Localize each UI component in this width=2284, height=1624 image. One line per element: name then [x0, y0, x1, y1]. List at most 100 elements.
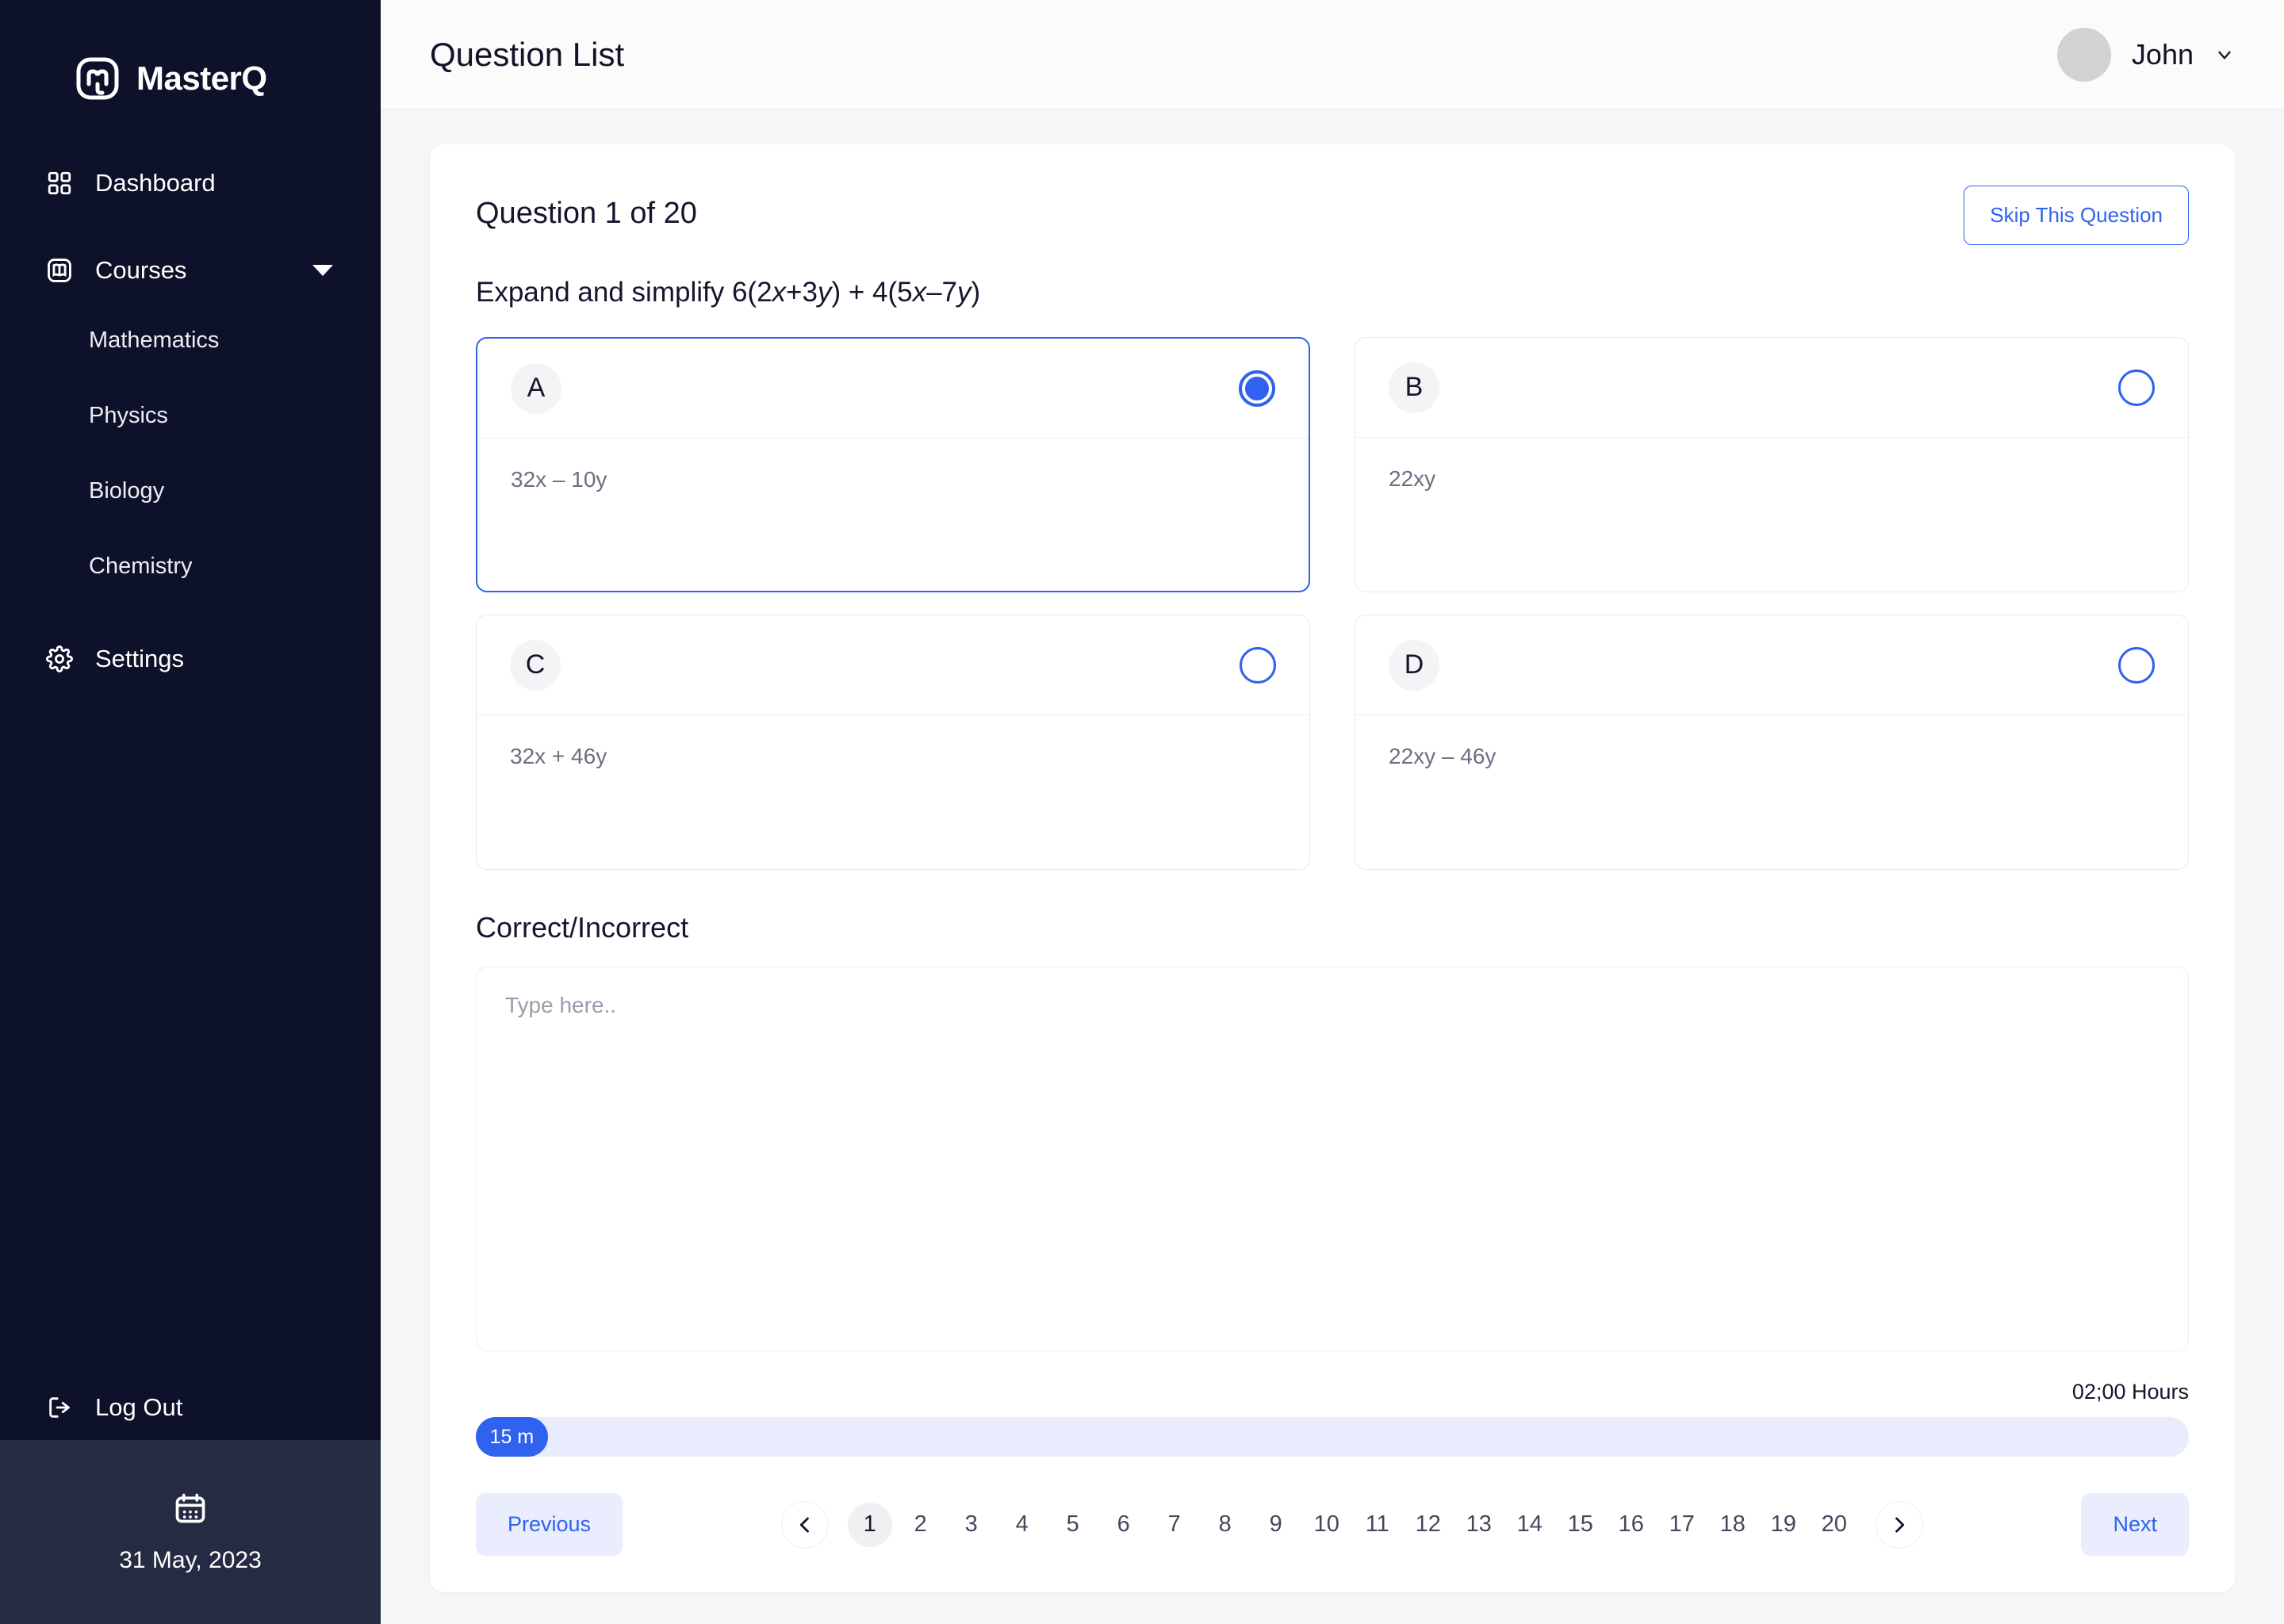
page-title: Question List	[430, 35, 625, 73]
page-10[interactable]: 10	[1305, 1503, 1349, 1547]
page-15[interactable]: 15	[1558, 1503, 1603, 1547]
option-c-letter: C	[510, 639, 561, 691]
app-root: MasterQ Dashboard Courses Mathematics Ph…	[0, 0, 2284, 1624]
prompt-var-x1: x	[772, 277, 787, 308]
sidebar-item-biology[interactable]: Biology	[0, 454, 381, 529]
option-a-radio[interactable]	[1239, 370, 1275, 407]
question-header: Question 1 of 20 Skip This Question	[476, 186, 2189, 245]
question-counter: Question 1 of 20	[476, 197, 697, 230]
sidebar-nav: Dashboard Courses Mathematics Physics Bi…	[0, 119, 381, 691]
sidebar-item-courses-label: Courses	[95, 256, 187, 284]
page-12[interactable]: 12	[1406, 1503, 1450, 1547]
sidebar: MasterQ Dashboard Courses Mathematics Ph…	[0, 0, 381, 1624]
page-3[interactable]: 3	[949, 1503, 994, 1547]
time-progress-fill: 15 m	[476, 1417, 548, 1457]
option-c[interactable]: C 32x + 46y	[476, 615, 1310, 870]
page-9[interactable]: 9	[1254, 1503, 1298, 1547]
chevron-left-icon[interactable]	[780, 1500, 829, 1549]
page-11[interactable]: 11	[1355, 1503, 1400, 1547]
topbar: Question List John	[381, 0, 2284, 109]
chevron-right-icon[interactable]	[1875, 1500, 1923, 1549]
sidebar-item-physics-label: Physics	[89, 403, 168, 428]
sidebar-item-chemistry-label: Chemistry	[89, 553, 193, 579]
sidebar-item-biology-label: Biology	[89, 478, 165, 504]
question-prompt: Expand and simplify 6(2x+3y) + 4(5x–7y)	[476, 277, 2189, 308]
user-name: John	[2131, 37, 2194, 71]
page-18[interactable]: 18	[1711, 1503, 1755, 1547]
page-4[interactable]: 4	[1000, 1503, 1044, 1547]
sidebar-item-mathematics[interactable]: Mathematics	[0, 303, 381, 378]
prompt-part-3: ) + 4(5	[831, 277, 913, 308]
time-progress-bar: 15 m	[476, 1417, 2189, 1457]
caret-down-icon[interactable]	[312, 265, 333, 276]
page-20[interactable]: 20	[1812, 1503, 1857, 1547]
question-card: Question 1 of 20 Skip This Question Expa…	[430, 144, 2235, 1592]
option-a-header: A	[477, 339, 1309, 439]
option-d-text: 22xy – 46y	[1389, 744, 1496, 768]
sidebar-item-settings-label: Settings	[95, 645, 185, 672]
sidebar-item-courses[interactable]: Courses	[0, 238, 381, 303]
page-6[interactable]: 6	[1102, 1503, 1146, 1547]
page-16[interactable]: 16	[1609, 1503, 1654, 1547]
pagination: Previous 1 2 3 4 5 6 7 8 9 10 11 12 13 1…	[476, 1493, 2189, 1556]
sidebar-date-widget: 31 May, 2023	[0, 1440, 381, 1624]
page-2[interactable]: 2	[899, 1503, 943, 1547]
gear-icon	[44, 644, 75, 674]
option-a[interactable]: A 32x – 10y	[476, 337, 1310, 592]
previous-button[interactable]: Previous	[476, 1493, 623, 1556]
answer-section-label: Correct/Incorrect	[476, 911, 689, 944]
page-7[interactable]: 7	[1152, 1503, 1197, 1547]
sidebar-item-settings[interactable]: Settings	[0, 626, 381, 691]
page-5[interactable]: 5	[1051, 1503, 1095, 1547]
current-date: 31 May, 2023	[119, 1546, 262, 1573]
brand: MasterQ	[0, 0, 381, 119]
prompt-part-2: +3	[786, 277, 818, 308]
skip-question-button[interactable]: Skip This Question	[1964, 186, 2189, 245]
sidebar-item-dashboard-label: Dashboard	[95, 169, 216, 197]
option-d[interactable]: D 22xy – 46y	[1355, 615, 2189, 870]
nav-spacer-2	[0, 604, 381, 626]
option-c-radio[interactable]	[1240, 646, 1276, 684]
answer-options: A 32x – 10y B 22xy C 32x + 46y D 22xy – …	[476, 337, 2189, 870]
option-d-letter: D	[1389, 639, 1439, 691]
prompt-var-x2: x	[912, 277, 927, 308]
content-region: Question 1 of 20 Skip This Question Expa…	[381, 109, 2284, 1624]
page-14[interactable]: 14	[1508, 1503, 1552, 1547]
sidebar-item-chemistry[interactable]: Chemistry	[0, 529, 381, 604]
option-a-text: 32x – 10y	[511, 467, 607, 492]
page-19[interactable]: 19	[1761, 1503, 1806, 1547]
avatar	[2056, 27, 2111, 82]
chevron-down-icon[interactable]	[2214, 44, 2235, 65]
page-13[interactable]: 13	[1457, 1503, 1501, 1547]
prompt-var-y2: y	[957, 277, 971, 308]
option-d-header: D	[1355, 615, 2188, 715]
option-a-letter: A	[511, 362, 561, 414]
option-b-text: 22xy	[1389, 466, 1436, 491]
option-b-radio[interactable]	[2118, 369, 2155, 406]
page-number-list: 1 2 3 4 5 6 7 8 9 10 11 12 13 14 15 16 1…	[768, 1500, 1936, 1549]
main-area: Question List John Question 1 of 20 Skip…	[381, 0, 2284, 1624]
option-c-text: 32x + 46y	[510, 744, 607, 768]
prompt-part: Expand and simplify 6(2	[476, 277, 772, 308]
option-c-header: C	[477, 615, 1309, 715]
logout-button[interactable]: Log Out	[0, 1375, 182, 1440]
prompt-var-y1: y	[817, 277, 832, 308]
option-d-radio[interactable]	[2118, 646, 2155, 684]
user-menu[interactable]: John	[2056, 27, 2235, 82]
page-8[interactable]: 8	[1203, 1503, 1247, 1547]
total-time-label: 02;00 Hours	[2071, 1380, 2189, 1404]
page-17[interactable]: 17	[1660, 1503, 1704, 1547]
prompt-part-4: –7	[926, 277, 958, 308]
option-b[interactable]: B 22xy	[1355, 337, 2189, 592]
timer-row: 02;00 Hours	[476, 1380, 2189, 1404]
page-1[interactable]: 1	[847, 1502, 892, 1547]
answer-input[interactable]	[476, 967, 2189, 1351]
next-button[interactable]: Next	[2081, 1493, 2189, 1556]
sidebar-item-physics[interactable]: Physics	[0, 378, 381, 454]
mastodon-logo-icon	[76, 57, 119, 100]
logout-icon	[44, 1392, 75, 1423]
sidebar-item-mathematics-label: Mathematics	[89, 327, 220, 353]
calendar-icon	[173, 1491, 208, 1530]
sidebar-item-dashboard[interactable]: Dashboard	[0, 151, 381, 216]
